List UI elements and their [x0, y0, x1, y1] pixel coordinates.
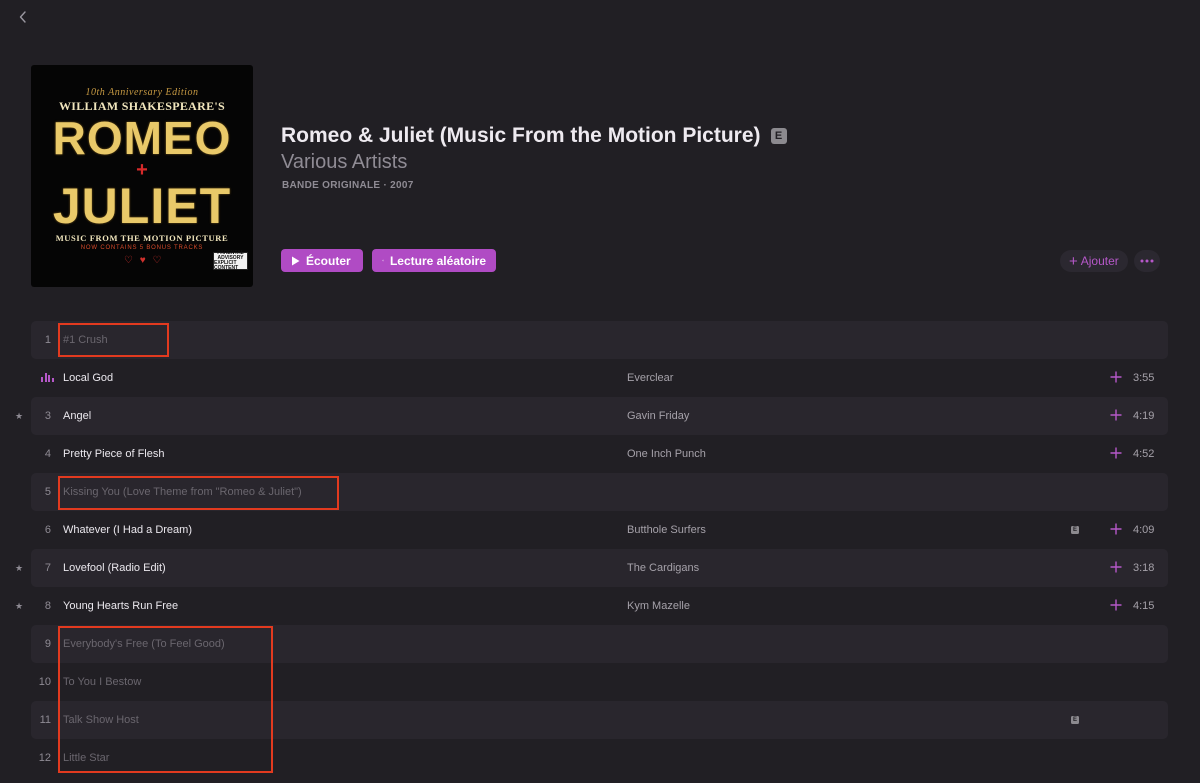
track-duration: 4:52: [1133, 448, 1155, 460]
track-title[interactable]: Pretty Piece of Flesh: [63, 435, 165, 473]
track-number: 11: [39, 714, 51, 726]
track-title[interactable]: Kissing You (Love Theme from "Romeo & Ju…: [63, 473, 302, 511]
plus-icon: +: [1069, 252, 1078, 270]
track-row[interactable]: 5 Kissing You (Love Theme from "Romeo & J…: [0, 473, 1200, 511]
track-row[interactable]: Local God Everclear 3:55: [0, 359, 1200, 397]
album-cover: 10th Anniversary Edition WILLIAM SHAKESP…: [31, 65, 253, 287]
track-row-background: [31, 549, 1168, 587]
track-duration: 4:15: [1133, 600, 1155, 612]
cover-word-juliet: JULIET: [52, 178, 232, 234]
more-options-button[interactable]: [1134, 250, 1160, 272]
track-artist[interactable]: Kym Mazelle: [627, 587, 690, 625]
track-title[interactable]: Angel: [63, 397, 91, 435]
album-artist[interactable]: Various Artists: [281, 151, 407, 174]
track-title[interactable]: Everybody's Free (To Feel Good): [63, 625, 225, 663]
cover-word-romeo: ROMEO: [52, 112, 232, 164]
star-icon: ★: [15, 563, 24, 573]
ellipsis-icon: [1140, 259, 1154, 263]
shuffle-label: Lecture aléatoire: [389, 253, 486, 268]
track-duration: 3:18: [1133, 562, 1155, 574]
add-track-plus-icon[interactable]: [1110, 371, 1122, 383]
album-title-row: Romeo & Juliet (Music From the Motion Pi…: [281, 124, 787, 148]
play-label: Écouter: [306, 253, 351, 268]
track-row[interactable]: 4 Pretty Piece of Flesh One Inch Punch 4:5…: [0, 435, 1200, 473]
track-row-background: [31, 397, 1168, 435]
track-row[interactable]: 11 Talk Show Host E: [0, 701, 1200, 739]
track-number: 12: [38, 752, 51, 764]
cover-hearts-icon: ♡ ♥ ♡: [124, 255, 164, 266]
track-number: 4: [44, 448, 51, 460]
track-list: 1 #1 Crush Local God Everclear 3:55 ★ 3 Angel…: [0, 321, 1200, 777]
track-number: 1: [44, 334, 51, 346]
add-label: Ajouter: [1080, 254, 1119, 268]
track-title[interactable]: Local God: [63, 359, 113, 397]
track-artist[interactable]: Butthole Surfers: [627, 511, 706, 549]
track-title[interactable]: Young Hearts Run Free: [63, 587, 178, 625]
track-row[interactable]: ★ 3 Angel Gavin Friday 4:19: [0, 397, 1200, 435]
back-button[interactable]: [12, 6, 34, 28]
explicit-icon: E: [1071, 526, 1079, 534]
track-row-background: [31, 511, 1168, 549]
track-row-background: [31, 359, 1168, 397]
cover-subtitle: MUSIC FROM THE MOTION PICTURE: [55, 233, 229, 243]
track-row-background: [31, 587, 1168, 625]
track-title[interactable]: Whatever (I Had a Dream): [63, 511, 192, 549]
explicit-icon: E: [1071, 716, 1079, 724]
track-title[interactable]: Lovefool (Radio Edit): [63, 549, 166, 587]
track-number: 9: [44, 638, 51, 650]
shuffle-button[interactable]: Lecture aléatoire: [372, 249, 496, 272]
track-row[interactable]: ★ 7 Lovefool (Radio Edit) The Cardigans 3:1…: [0, 549, 1200, 587]
track-row[interactable]: ★ 8 Young Hearts Run Free Kym Mazelle 4:15: [0, 587, 1200, 625]
track-row-background: [31, 739, 1168, 777]
star-icon: ★: [15, 411, 24, 421]
chevron-left-icon: [19, 11, 26, 23]
now-playing-icon: [41, 372, 55, 382]
track-artist[interactable]: The Cardigans: [627, 549, 699, 587]
track-title[interactable]: To You I Bestow: [63, 663, 141, 701]
track-duration: 4:09: [1133, 524, 1155, 536]
album-page: 10th Anniversary Edition WILLIAM SHAKESP…: [0, 0, 1200, 783]
track-row[interactable]: 12 Little Star: [0, 739, 1200, 777]
track-number: 3: [44, 410, 51, 422]
album-meta: BANDE ORIGINALE · 2007: [282, 180, 414, 191]
star-icon: ★: [15, 601, 24, 611]
track-row[interactable]: 10 To You I Bestow: [0, 663, 1200, 701]
album-title: Romeo & Juliet (Music From the Motion Pi…: [281, 124, 761, 147]
track-row[interactable]: 9 Everybody's Free (To Feel Good): [0, 625, 1200, 663]
explicit-badge: E: [770, 128, 787, 144]
track-duration: 4:19: [1133, 410, 1155, 422]
track-row-background: [31, 435, 1168, 473]
track-number: 6: [44, 524, 51, 536]
add-track-plus-icon[interactable]: [1110, 447, 1122, 459]
track-title[interactable]: #1 Crush: [63, 321, 108, 359]
track-artist[interactable]: Gavin Friday: [627, 397, 689, 435]
parental-advisory-label: PARENTAL ADVISORY EXPLICIT CONTENT: [213, 251, 248, 271]
track-number: 5: [44, 486, 51, 498]
play-icon: [292, 256, 300, 265]
advisory-line3: EXPLICIT CONTENT: [214, 260, 239, 271]
track-title[interactable]: Little Star: [63, 739, 109, 777]
track-number: 7: [44, 562, 51, 574]
track-row[interactable]: 6 Whatever (I Had a Dream) Butthole Surfer…: [0, 511, 1200, 549]
track-artist[interactable]: One Inch Punch: [627, 435, 706, 473]
track-row-background: [31, 701, 1168, 739]
track-row[interactable]: 1 #1 Crush: [0, 321, 1200, 359]
add-track-plus-icon[interactable]: [1110, 561, 1122, 573]
add-track-plus-icon[interactable]: [1110, 409, 1122, 421]
cover-edition-text: 10th Anniversary Edition: [85, 87, 199, 98]
track-number: 8: [44, 600, 51, 612]
track-duration: 3:55: [1133, 372, 1155, 384]
track-number: 10: [38, 676, 51, 688]
track-row-background: [31, 321, 1168, 359]
track-title[interactable]: Talk Show Host: [63, 701, 139, 739]
add-track-plus-icon[interactable]: [1110, 523, 1122, 535]
track-row-background: [31, 663, 1168, 701]
add-track-plus-icon[interactable]: [1110, 599, 1122, 611]
track-artist[interactable]: Everclear: [627, 359, 673, 397]
add-to-library-button[interactable]: + Ajouter: [1060, 250, 1128, 272]
play-button[interactable]: Écouter: [281, 249, 363, 272]
shuffle-icon: [382, 259, 384, 262]
